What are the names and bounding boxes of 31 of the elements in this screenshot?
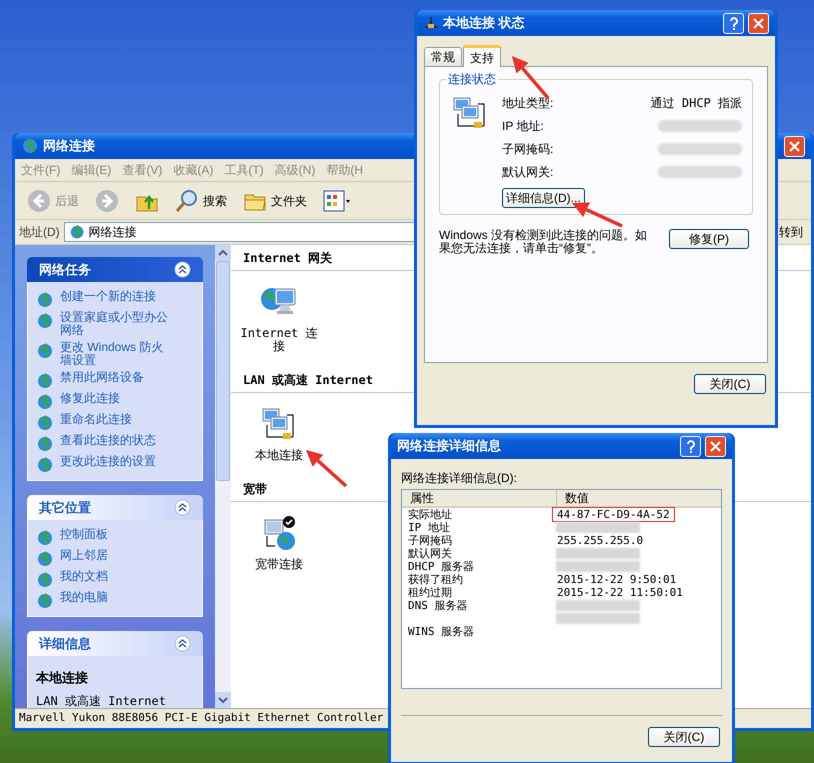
field-label: 子网掩码: bbox=[502, 140, 554, 158]
property-cell-text: 租约过期 bbox=[407, 586, 453, 599]
field-label: 默认网关: bbox=[502, 164, 554, 180]
property-cell-text: IP 地址 bbox=[407, 521, 451, 534]
value-cell-text: 2015-12-22 9:50:01 bbox=[556, 572, 678, 587]
connection-label: 宽带连接 bbox=[255, 558, 303, 571]
property-cell-text: 默认网关 bbox=[407, 547, 452, 560]
value-cell: 44-87-FC-D9-4A-52 bbox=[552, 507, 675, 522]
property-cell-text: DNS 服务器 bbox=[407, 599, 468, 612]
property-cell-text: 获得了租约 bbox=[407, 573, 464, 586]
group-title: 连接状态 bbox=[446, 72, 498, 86]
property-cell-text: WINS 服务器 bbox=[407, 625, 476, 638]
details-heading: 本地连接 bbox=[36, 669, 89, 687]
panel-title: 网络任务 bbox=[39, 260, 91, 279]
value-cell-text: 255.255.255.0 bbox=[556, 533, 644, 548]
field-label: IP 地址: bbox=[502, 118, 544, 134]
field-value: 通过 DHCP 指派 bbox=[650, 94, 742, 112]
panel-title: 详细信息 bbox=[39, 634, 91, 653]
connection-label: Internet 连接 bbox=[239, 327, 319, 353]
window-title: 本地连接 状态 bbox=[443, 14, 525, 32]
details-line: LAN 或高速 Internet bbox=[36, 692, 167, 708]
address-label: 地址(D) bbox=[19, 224, 60, 241]
window-title: 网络连接详细信息 bbox=[397, 437, 501, 456]
panel-title: 其它位置 bbox=[39, 498, 91, 517]
property-cell-text: DHCP 服务器 bbox=[407, 560, 476, 573]
property-cell-text: 实际地址 bbox=[407, 508, 453, 521]
field-label: 地址类型: bbox=[502, 94, 554, 112]
window-title: 网络连接 bbox=[43, 137, 95, 156]
property-cell-text: 子网掩码 bbox=[407, 534, 453, 547]
value-cell-text: 2015-12-22 11:50:01 bbox=[556, 585, 684, 600]
connection-label: 本地连接 bbox=[255, 449, 303, 462]
